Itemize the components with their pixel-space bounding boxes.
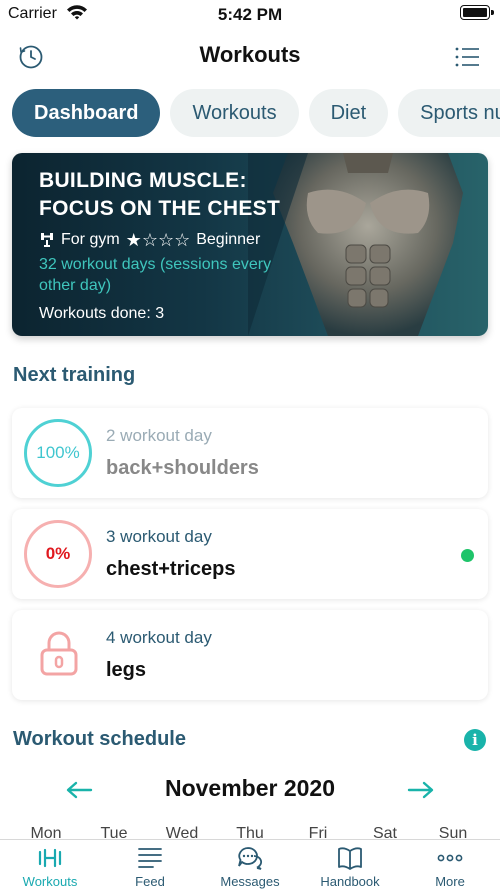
training-card[interactable]: 0% 3 workout day chest+triceps xyxy=(12,509,488,599)
tabbar-label: More xyxy=(435,874,465,889)
tabbar-more[interactable]: More xyxy=(400,840,500,889)
tabbar-handbook[interactable]: Handbook xyxy=(300,840,400,889)
star-empty-icon: ☆ xyxy=(141,230,158,250)
training-name: legs xyxy=(106,659,147,681)
schedule-heading: Workout schedule xyxy=(13,728,186,750)
tab-workouts[interactable]: Workouts xyxy=(170,89,299,137)
program-title-line2: FOCUS ON THE CHEST xyxy=(39,197,281,220)
tabbar-label: Workouts xyxy=(22,874,78,889)
workouts-done-count: 3 xyxy=(155,305,165,322)
training-name: back+shoulders xyxy=(106,457,259,479)
dumbbell-icon xyxy=(38,848,62,868)
program-title-line1: BUILDING MUSCLE: xyxy=(39,169,247,192)
tabbar-feed[interactable]: Feed xyxy=(100,840,200,889)
bottom-tab-bar: Workouts Feed Messages Handbook More xyxy=(0,839,500,889)
program-level: Beginner xyxy=(196,231,261,248)
training-day: 4 workout day xyxy=(106,628,212,647)
tab-dashboard[interactable]: Dashboard xyxy=(12,89,161,137)
tabbar-messages[interactable]: Messages xyxy=(200,840,300,889)
next-training-heading: Next training xyxy=(13,364,136,386)
tabbar-label: Feed xyxy=(135,874,165,889)
tabbar-label: Messages xyxy=(220,874,280,889)
current-indicator-dot xyxy=(461,549,474,562)
program-card[interactable]: BUILDING MUSCLE: FOCUS ON THE CHEST For … xyxy=(12,153,488,336)
training-name: chest+triceps xyxy=(106,558,236,580)
more-icon xyxy=(437,854,463,862)
tab-sports-nutrition[interactable]: Sports nutrition xyxy=(398,89,500,137)
workouts-done-label: Workouts done: xyxy=(39,305,151,322)
info-icon[interactable]: i xyxy=(464,729,486,751)
training-card[interactable]: 100% 2 workout day back+shoulders xyxy=(12,408,488,498)
workouts-done: Workouts done: 3 xyxy=(39,305,164,323)
training-day: 3 workout day xyxy=(106,527,212,546)
category-tabs: DashboardWorkoutsDietSports nutrition xyxy=(12,89,500,137)
rating-stars: ★ ☆ ☆ ☆ xyxy=(126,231,191,249)
star-filled-icon: ★ xyxy=(125,230,142,250)
program-location: For gym xyxy=(61,231,120,248)
progress-ring: 100% xyxy=(24,419,92,487)
training-card[interactable]: 4 workout day legs xyxy=(12,610,488,700)
lock-icon xyxy=(40,631,78,676)
star-empty-icon: ☆ xyxy=(157,230,175,250)
nav-bar: Workouts xyxy=(0,36,500,76)
book-icon xyxy=(338,847,362,870)
gym-icon xyxy=(41,233,53,247)
status-bar: Carrier 5:42 PM xyxy=(0,0,500,30)
program-title: BUILDING MUSCLE: FOCUS ON THE CHEST xyxy=(39,167,319,223)
tab-diet[interactable]: Diet xyxy=(308,89,389,137)
progress-ring: 0% xyxy=(24,520,92,588)
messages-icon xyxy=(238,847,262,870)
status-time: 5:42 PM xyxy=(217,5,283,24)
battery-icon xyxy=(460,5,494,20)
star-empty-icon: ☆ xyxy=(174,230,191,250)
program-days: 32 workout days (sessions every other da… xyxy=(39,256,272,294)
page-title: Workouts xyxy=(199,42,301,67)
list-icon[interactable] xyxy=(454,46,480,68)
next-month-arrow-icon[interactable] xyxy=(406,778,436,802)
tabbar-workouts[interactable]: Workouts xyxy=(0,840,100,889)
training-day: 2 workout day xyxy=(106,426,212,445)
program-meta: For gym ★ ☆ ☆ ☆ Beginner xyxy=(39,231,260,249)
tabbar-label: Handbook xyxy=(320,874,380,889)
feed-icon xyxy=(138,848,162,868)
